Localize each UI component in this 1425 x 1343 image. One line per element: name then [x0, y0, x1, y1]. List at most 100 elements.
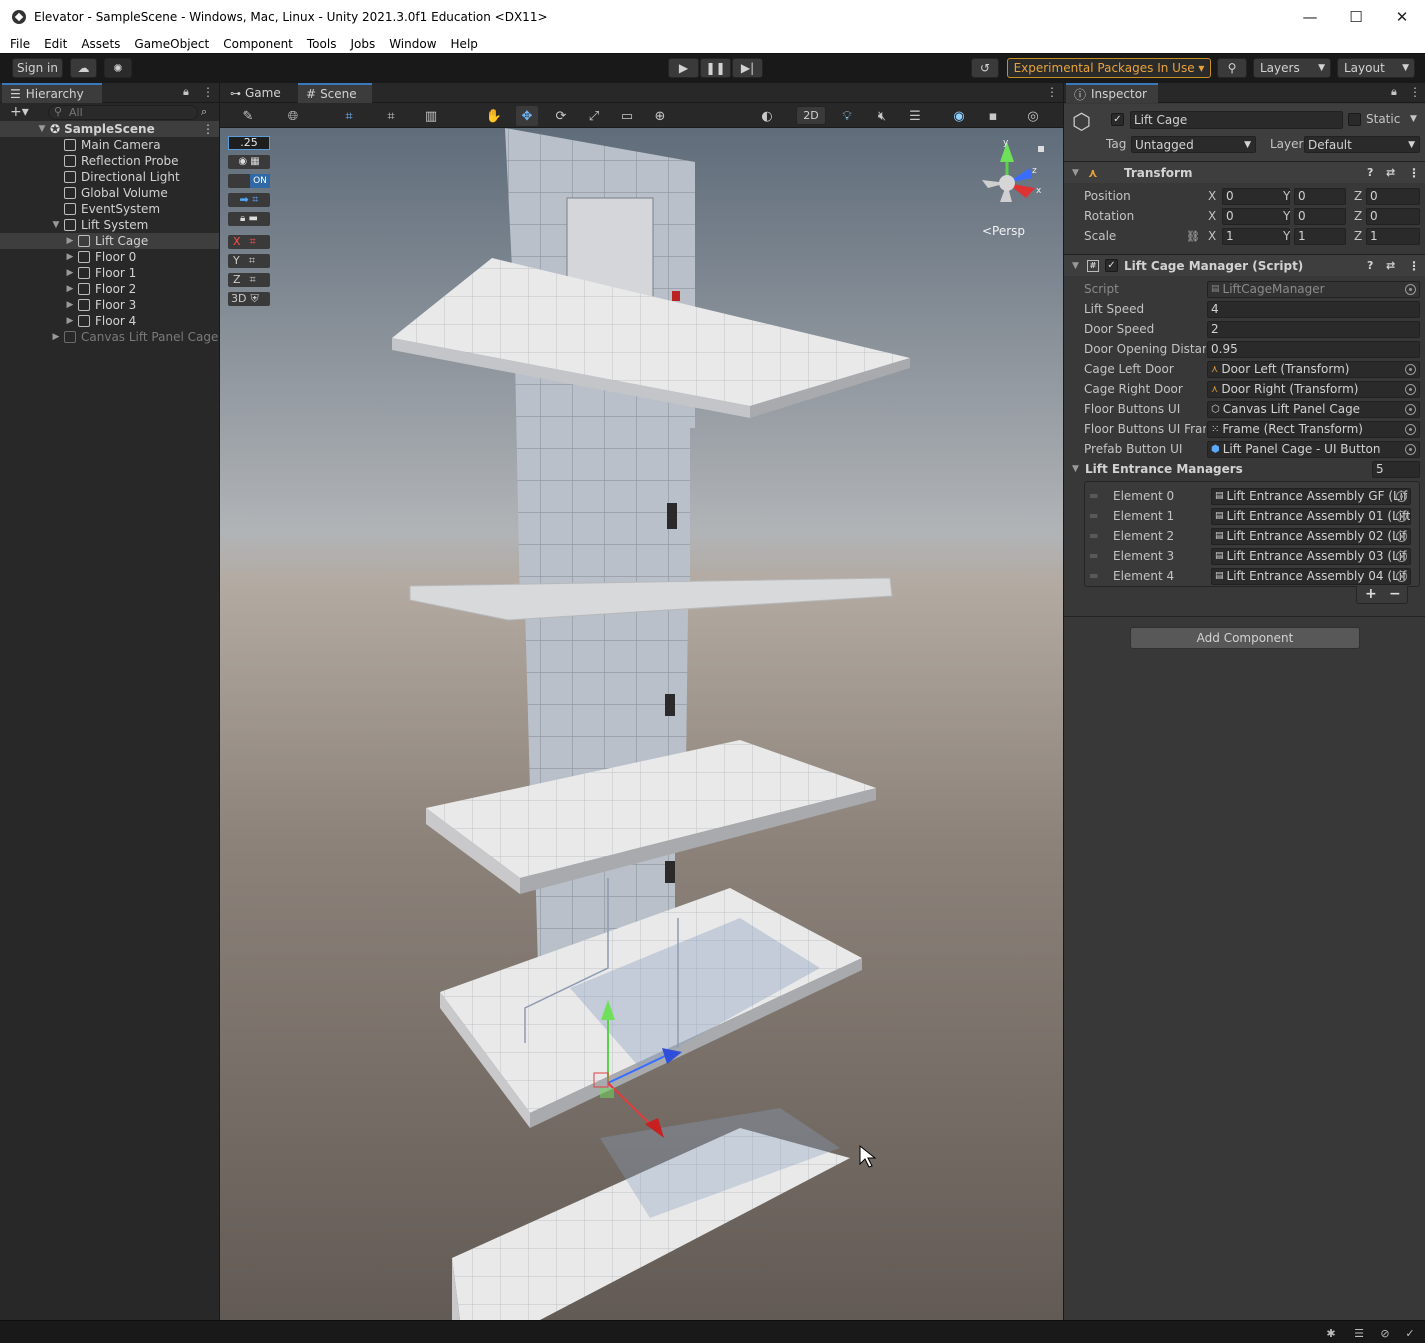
- transform-tool-icon[interactable]: ⊕: [649, 106, 671, 126]
- hierarchy-search-input[interactable]: ⚲ All: [48, 105, 198, 120]
- more-options-icon[interactable]: ⋮: [1408, 166, 1420, 180]
- hierarchy-item[interactable]: ▶ Floor 0: [0, 249, 219, 265]
- drag-handle-icon[interactable]: ═: [1090, 489, 1097, 503]
- layers-dropdown[interactable]: Layers ▼: [1253, 58, 1331, 78]
- search-filter-icon[interactable]: ⌕: [201, 105, 207, 119]
- constrain-link-icon[interactable]: ⛓: [1186, 230, 1200, 243]
- more-options-icon[interactable]: ⋮: [202, 122, 214, 136]
- script-enabled-checkbox[interactable]: ✓: [1105, 259, 1118, 272]
- network-icon[interactable]: ⊘: [1378, 1326, 1392, 1340]
- axis-z-toggle[interactable]: Z ⌗: [228, 273, 270, 287]
- transform-header[interactable]: ▼ ⋏ Transform ? ⇄ ⋮: [1064, 161, 1425, 183]
- list-remove-button[interactable]: −: [1389, 586, 1401, 602]
- object-picker-icon[interactable]: [1405, 443, 1416, 455]
- scale-y-field[interactable]: 1: [1294, 227, 1346, 245]
- snap-increment-icon[interactable]: ⌗: [380, 106, 402, 126]
- lock-icon[interactable]: [1038, 146, 1044, 152]
- hierarchy-item[interactable]: Reflection Probe: [0, 153, 219, 169]
- presets-icon[interactable]: ⇄: [1386, 259, 1395, 272]
- collab-button[interactable]: ✺: [104, 58, 132, 78]
- tab-scene[interactable]: # Scene: [298, 83, 372, 103]
- script-component-header[interactable]: ▼ # ✓ Lift Cage Manager (Script) ? ⇄ ⋮: [1064, 254, 1425, 276]
- lift-speed-field[interactable]: 4: [1207, 300, 1420, 318]
- object-picker-icon[interactable]: [1396, 550, 1407, 562]
- add-object-icon[interactable]: +▾: [10, 104, 29, 120]
- more-options-icon[interactable]: ⋮: [1409, 85, 1421, 99]
- grid-visibility-toggle[interactable]: ◉ ▦: [228, 155, 270, 169]
- expand-arrow-icon[interactable]: ▶: [64, 268, 76, 278]
- draw-mode-icon[interactable]: ✎: [237, 106, 259, 126]
- effects-toggle-icon[interactable]: ☰: [904, 106, 926, 126]
- shading-mode-icon[interactable]: ◐: [756, 106, 778, 126]
- element-value-field[interactable]: ▤ Lift Entrance Assembly 04 (Lif: [1211, 567, 1411, 585]
- collapse-arrow-icon[interactable]: ▼: [1072, 261, 1079, 271]
- camera-settings-icon[interactable]: ▪: [982, 106, 1004, 126]
- collapse-arrow-icon[interactable]: ▼: [1072, 464, 1079, 474]
- expand-arrow-icon[interactable]: ▶: [64, 316, 76, 326]
- axis-x-toggle[interactable]: X ⌗: [228, 235, 270, 249]
- rotate-tool-icon[interactable]: ⟳: [550, 106, 572, 126]
- layers-stack-icon[interactable]: ☰: [1352, 1326, 1366, 1340]
- scene-viewport[interactable]: y z x <Persp .25 ◉ ▦ ON ➡ ⌗ 🔒︎ ▬ X ⌗ Y ⌗ Z…: [220, 128, 1063, 1320]
- element-value-field[interactable]: ▤ Lift Entrance Assembly 03 (Lif: [1211, 547, 1411, 565]
- help-icon[interactable]: ?: [1367, 259, 1373, 272]
- hierarchy-item-selected[interactable]: ▶ Lift Cage: [0, 233, 219, 249]
- list-add-button[interactable]: +: [1365, 586, 1377, 602]
- menu-edit[interactable]: Edit: [44, 37, 67, 51]
- lock-icon[interactable]: 🔒︎: [183, 85, 189, 99]
- expand-arrow-icon[interactable]: ▶: [64, 300, 76, 310]
- element-value-field[interactable]: ▤ Lift Entrance Assembly 01 (Lift: [1211, 507, 1411, 525]
- lock-icon[interactable]: 🔒︎: [1391, 85, 1397, 99]
- tag-dropdown[interactable]: Untagged ▼: [1131, 136, 1256, 153]
- menu-assets[interactable]: Assets: [81, 37, 120, 51]
- global-local-icon[interactable]: 🌐︎: [282, 106, 304, 126]
- scale-x-field[interactable]: 1: [1222, 227, 1290, 245]
- rotation-x-field[interactable]: 0: [1222, 207, 1290, 225]
- gizmos-icon[interactable]: ◎: [1022, 106, 1044, 126]
- expand-arrow-icon[interactable]: ▼: [36, 124, 48, 134]
- hierarchy-item-disabled[interactable]: ▶ Canvas Lift Panel Cage: [0, 329, 219, 345]
- axis-y-toggle[interactable]: Y ⌗: [228, 254, 270, 268]
- layer-dropdown[interactable]: Default ▼: [1304, 136, 1420, 153]
- element-value-field[interactable]: ▤ Lift Entrance Assembly GF (Lif: [1211, 487, 1411, 505]
- position-z-field[interactable]: 0: [1366, 187, 1420, 205]
- rect-tool-icon[interactable]: ▭: [616, 106, 638, 126]
- cage-left-door-field[interactable]: ⋏ Door Left (Transform): [1207, 360, 1420, 378]
- lighting-toggle-icon[interactable]: 💡︎: [836, 106, 858, 126]
- active-checkbox[interactable]: ✓: [1111, 113, 1124, 126]
- hierarchy-item[interactable]: ▼ Lift System: [0, 217, 219, 233]
- object-picker-icon[interactable]: [1405, 383, 1416, 395]
- hierarchy-scene-row[interactable]: ▼ ✪ SampleScene ⋮: [0, 121, 219, 137]
- more-options-icon[interactable]: ⋮: [1408, 259, 1420, 273]
- rotation-z-field[interactable]: 0: [1366, 207, 1420, 225]
- drag-handle-icon[interactable]: ═: [1090, 509, 1097, 523]
- scale-z-field[interactable]: 1: [1366, 227, 1420, 245]
- prefab-button-ui-field[interactable]: ⬢ Lift Panel Cage - UI Button: [1207, 440, 1420, 458]
- add-component-button[interactable]: Add Component: [1130, 627, 1360, 649]
- expand-arrow-icon[interactable]: ▶: [64, 284, 76, 294]
- more-options-icon[interactable]: ⋮: [1046, 85, 1058, 99]
- tab-game[interactable]: ⊶ Game: [222, 83, 289, 103]
- tab-hierarchy[interactable]: ☰ Hierarchy: [2, 83, 102, 103]
- menu-component[interactable]: Component: [223, 37, 293, 51]
- hierarchy-item[interactable]: Global Volume: [0, 185, 219, 201]
- tab-inspector[interactable]: ⓘ Inspector: [1066, 83, 1158, 103]
- door-speed-field[interactable]: 2: [1207, 320, 1420, 338]
- floor-buttons-ui-frame-field[interactable]: ⁙ Frame (Rect Transform): [1207, 420, 1420, 438]
- menu-jobs[interactable]: Jobs: [350, 37, 375, 51]
- menu-help[interactable]: Help: [451, 37, 478, 51]
- snap-toggle[interactable]: ON: [228, 174, 270, 188]
- 3d-mode-toggle[interactable]: 3D ⛨: [228, 292, 270, 306]
- expand-arrow-icon[interactable]: ▶: [50, 332, 62, 342]
- rotation-y-field[interactable]: 0: [1294, 207, 1346, 225]
- static-checkbox[interactable]: [1348, 113, 1361, 126]
- floor-buttons-ui-field[interactable]: ⬡ Canvas Lift Panel Cage: [1207, 400, 1420, 418]
- lift-entrance-managers-header[interactable]: ▼ Lift Entrance Managers 5: [1064, 459, 1425, 479]
- layout-dropdown[interactable]: Layout ▼: [1337, 58, 1415, 78]
- drag-handle-icon[interactable]: ═: [1090, 549, 1097, 563]
- menu-gameobject[interactable]: GameObject: [134, 37, 209, 51]
- scene-render[interactable]: [220, 128, 1063, 1320]
- object-picker-icon[interactable]: [1396, 490, 1407, 502]
- object-picker-icon[interactable]: [1405, 363, 1416, 375]
- search-button[interactable]: ⚲: [1217, 58, 1247, 78]
